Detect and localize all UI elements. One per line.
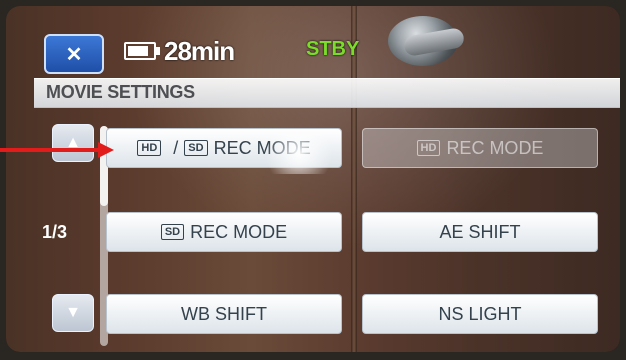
menu-item-ae-shift[interactable]: AE SHIFT — [362, 212, 598, 252]
menu-item-sd-rec-mode[interactable]: SD REC MODE — [106, 212, 342, 252]
sd-badge: SD — [184, 140, 208, 156]
page-title: MOVIE SETTINGS — [46, 82, 195, 102]
hd-badge: HD — [416, 140, 441, 156]
menu-item-ns-light[interactable]: NS LIGHT — [362, 294, 598, 334]
menu-item-hd-rec-mode[interactable]: HD REC MODE — [362, 128, 598, 168]
sd-badge: SD — [160, 224, 185, 240]
remaining-time: 28min — [164, 36, 235, 66]
battery-icon — [124, 42, 160, 60]
close-button[interactable]: ✕ — [44, 34, 104, 74]
menu-item-label: REC MODE — [446, 137, 544, 158]
chevron-up-icon: ▲ — [65, 134, 81, 151]
hd-badge: HD — [137, 140, 162, 156]
page-down-button[interactable]: ▼ — [52, 294, 94, 332]
page-up-button[interactable]: ▲ — [52, 124, 94, 162]
menu-title-bar: MOVIE SETTINGS — [34, 78, 620, 108]
page-indicator: 1/3 — [42, 222, 68, 242]
menu-item-separator: / — [173, 137, 179, 158]
status-standby: STBY — [306, 38, 360, 60]
menu-item-label: REC MODE — [190, 221, 288, 242]
menu-item-wb-shift[interactable]: WB SHIFT — [106, 294, 342, 334]
menu-item-label: WB SHIFT — [181, 303, 267, 324]
camera-screen: ✕ 28min STBY MOVIE SETTINGS ▲ 1/3 ▼ HD /… — [0, 0, 626, 360]
close-icon: ✕ — [65, 43, 83, 66]
menu-item-hd-sd-rec-mode[interactable]: HD / SD REC MODE — [106, 128, 342, 168]
menu-item-label: NS LIGHT — [438, 303, 522, 324]
menu-item-label: REC MODE — [213, 137, 311, 158]
menu-item-label: AE SHIFT — [439, 221, 521, 242]
chevron-down-icon: ▼ — [65, 304, 81, 321]
status-bar: ✕ 28min STBY — [6, 6, 620, 76]
lcd-bezel: ✕ 28min STBY MOVIE SETTINGS ▲ 1/3 ▼ HD /… — [6, 6, 620, 352]
